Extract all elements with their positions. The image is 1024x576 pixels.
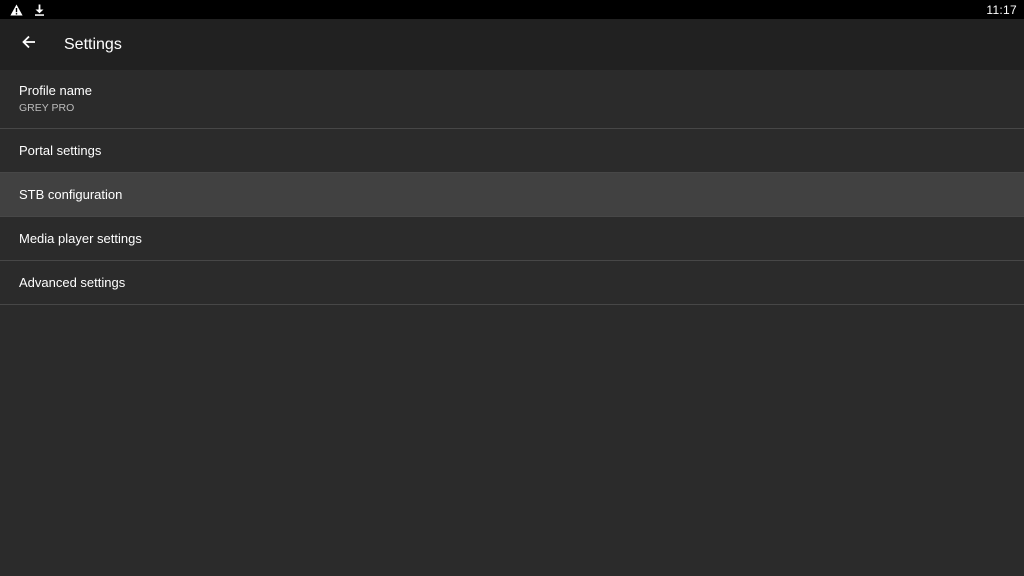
page-title: Settings — [64, 35, 122, 53]
status-icons — [9, 3, 46, 17]
warning-icon — [9, 3, 23, 17]
settings-item-media-player-settings[interactable]: Media player settings — [0, 217, 1024, 261]
settings-item-stb-configuration[interactable]: STB configuration — [0, 173, 1024, 217]
status-bar: 11:17 — [0, 0, 1024, 19]
settings-item-title: STB configuration — [19, 186, 123, 202]
settings-item-title: Profile name — [19, 83, 92, 98]
settings-item-portal-settings[interactable]: Portal settings — [0, 129, 1024, 173]
settings-item-summary: GREY PRO — [19, 102, 75, 114]
settings-item-advanced-settings[interactable]: Advanced settings — [0, 261, 1024, 305]
settings-item-title: Portal settings — [19, 142, 102, 158]
download-icon — [32, 3, 46, 17]
settings-item-profile-name[interactable]: Profile name GREY PRO — [0, 70, 1024, 129]
settings-list: Profile name GREY PRO Portal settings ST… — [0, 70, 1024, 305]
back-button[interactable] — [0, 19, 58, 70]
settings-item-title: Advanced settings — [19, 274, 126, 290]
status-clock: 11:17 — [986, 2, 1017, 17]
settings-item-title: Media player settings — [19, 230, 142, 246]
arrow-back-icon — [22, 35, 36, 54]
app-bar: Settings — [0, 19, 1024, 70]
